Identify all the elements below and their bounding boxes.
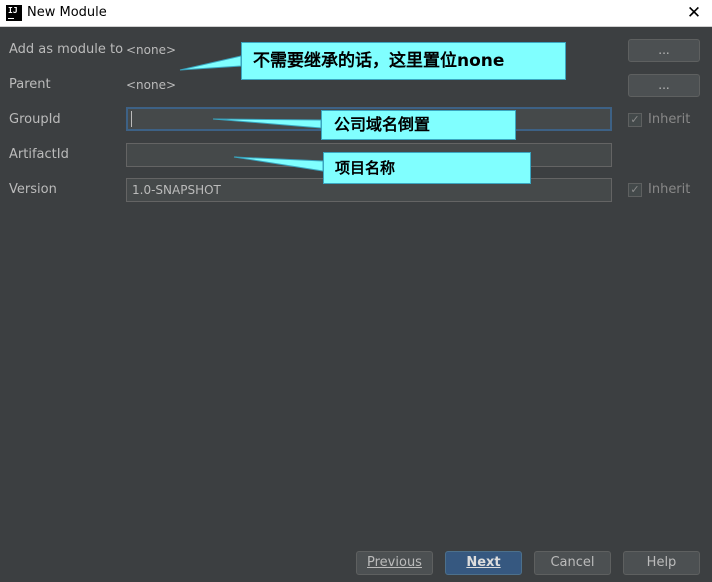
add-as-module-browse-button[interactable]: ...: [628, 39, 700, 62]
callout-pointers: [179, 55, 324, 172]
parent-browse-button[interactable]: ...: [628, 74, 700, 97]
intellij-icon: IJ: [6, 5, 22, 21]
artifactid-note-callout: 项目名称: [323, 152, 531, 184]
title-bar: IJ New Module ✕: [0, 0, 712, 27]
module-note-pointer: [179, 55, 242, 71]
parent-value: <none>: [126, 78, 177, 92]
add-as-module-label: Add as module to: [9, 42, 124, 57]
close-icon[interactable]: ✕: [684, 3, 704, 23]
add-as-module-value: <none>: [126, 43, 177, 57]
groupid-label: GroupId: [9, 112, 61, 127]
version-inherit-label: Inherit: [648, 182, 691, 197]
groupid-inherit-label: Inherit: [648, 112, 691, 127]
checkmark-icon: ✓: [628, 182, 642, 197]
module-note-callout: 不需要继承的话，这里置位none: [241, 42, 566, 80]
window-title: New Module: [27, 5, 107, 20]
parent-label: Parent: [9, 77, 51, 92]
checkmark-icon: ✓: [628, 112, 642, 127]
next-button-label: Next: [466, 555, 501, 570]
version-label: Version: [9, 182, 57, 197]
previous-button[interactable]: Previous: [356, 551, 433, 575]
version-inherit-checkbox[interactable]: ✓ Inherit: [628, 182, 690, 197]
artifactid-label: ArtifactId: [9, 147, 69, 162]
groupid-inherit-checkbox[interactable]: ✓ Inherit: [628, 112, 690, 127]
previous-button-label: Previous: [367, 555, 422, 570]
groupid-note-callout: 公司域名倒置: [321, 110, 516, 140]
next-button[interactable]: Next: [445, 551, 522, 575]
cancel-button[interactable]: Cancel: [534, 551, 611, 575]
text-caret: [131, 111, 132, 127]
help-button[interactable]: Help: [623, 551, 700, 575]
